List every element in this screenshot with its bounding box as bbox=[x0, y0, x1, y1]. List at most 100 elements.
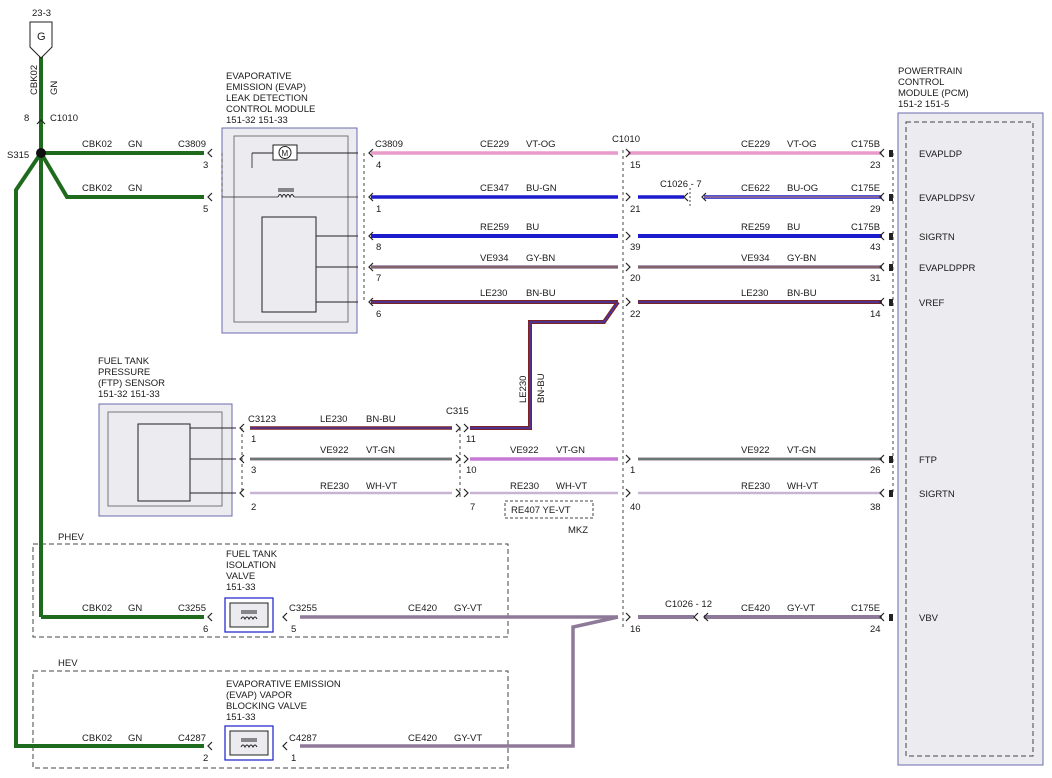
svg-text:EMISSION (EVAP): EMISSION (EVAP) bbox=[226, 82, 306, 93]
svg-text:BU-OG: BU-OG bbox=[787, 183, 818, 194]
svg-text:C315: C315 bbox=[446, 406, 469, 417]
svg-text:VREF: VREF bbox=[919, 298, 945, 309]
svg-text:38: 38 bbox=[870, 502, 881, 513]
svg-text:CE420: CE420 bbox=[408, 603, 437, 614]
svg-text:GN: GN bbox=[128, 733, 142, 744]
svg-text:CE347: CE347 bbox=[480, 183, 509, 194]
svg-text:BU-GN: BU-GN bbox=[526, 183, 557, 194]
svg-text:EVAPORATIVE: EVAPORATIVE bbox=[226, 71, 292, 82]
svg-text:CE420: CE420 bbox=[408, 733, 437, 744]
svg-text:VE934: VE934 bbox=[480, 253, 509, 264]
svg-text:C1026 - 12: C1026 - 12 bbox=[665, 599, 712, 610]
svg-text:7: 7 bbox=[376, 273, 381, 284]
svg-text:RE230: RE230 bbox=[510, 481, 539, 492]
ground-pin: 8 bbox=[24, 113, 29, 124]
svg-text:RE230: RE230 bbox=[741, 481, 770, 492]
svg-text:3: 3 bbox=[251, 465, 256, 476]
svg-text:C3809: C3809 bbox=[375, 139, 403, 150]
svg-text:43: 43 bbox=[870, 242, 881, 253]
svg-text:1: 1 bbox=[376, 204, 381, 215]
svg-text:GN: GN bbox=[128, 183, 142, 194]
svg-text:20: 20 bbox=[630, 273, 641, 284]
svg-text:BN-BU: BN-BU bbox=[366, 414, 396, 425]
svg-text:(FTP) SENSOR: (FTP) SENSOR bbox=[98, 378, 165, 389]
svg-text:CONTROL MODULE: CONTROL MODULE bbox=[226, 104, 315, 115]
svg-text:BU: BU bbox=[787, 222, 800, 233]
wire-ce420-hev bbox=[300, 615, 619, 748]
svg-text:2: 2 bbox=[203, 753, 208, 764]
evap-module[interactable]: M bbox=[221, 127, 358, 334]
svg-text:LE230: LE230 bbox=[320, 414, 347, 425]
svg-text:WH-VT: WH-VT bbox=[787, 481, 818, 492]
svg-text:15: 15 bbox=[630, 160, 641, 171]
svg-text:LE230: LE230 bbox=[480, 288, 507, 299]
evap-left-labels: CBK02 GN C3809 3 CBK02 GN 5 bbox=[82, 139, 208, 215]
svg-text:VE922: VE922 bbox=[320, 445, 349, 456]
ftp-row-labels: C3123 C315 1 LE230 BN-BU 11 3 VE922 VT-G… bbox=[248, 406, 881, 536]
main-row-labels: C3809 4 CE229 VT-OG 15 CE229 VT-OG C175B… bbox=[375, 139, 881, 320]
phev-region-label: PHEV bbox=[58, 532, 85, 543]
svg-text:8: 8 bbox=[376, 242, 381, 253]
fuel-tank-isolation-valve[interactable] bbox=[224, 597, 274, 633]
svg-text:FUEL TANK: FUEL TANK bbox=[98, 356, 150, 367]
svg-text:GN: GN bbox=[128, 603, 142, 614]
svg-text:WH-VT: WH-VT bbox=[366, 481, 397, 492]
svg-text:151-32 151-33: 151-32 151-33 bbox=[226, 115, 288, 126]
ground-connector: C1010 bbox=[50, 113, 78, 124]
svg-text:3: 3 bbox=[203, 160, 208, 171]
svg-text:LE230: LE230 bbox=[741, 288, 768, 299]
svg-text:WH-VT: WH-VT bbox=[556, 481, 587, 492]
svg-text:GN: GN bbox=[128, 139, 142, 150]
svg-text:EVAPORATIVE EMISSION: EVAPORATIVE EMISSION bbox=[226, 679, 341, 690]
ground-color: GN bbox=[49, 81, 60, 95]
svg-text:26: 26 bbox=[870, 465, 881, 476]
svg-text:39: 39 bbox=[630, 242, 641, 253]
svg-text:M: M bbox=[282, 149, 289, 158]
svg-text:FUEL TANK: FUEL TANK bbox=[226, 549, 278, 560]
svg-text:CBK02: CBK02 bbox=[82, 603, 112, 614]
svg-text:VT-OG: VT-OG bbox=[526, 139, 556, 150]
svg-text:VT-GN: VT-GN bbox=[556, 445, 585, 456]
svg-text:GY-VT: GY-VT bbox=[787, 603, 815, 614]
svg-text:5: 5 bbox=[291, 624, 296, 635]
svg-text:C3255: C3255 bbox=[178, 603, 206, 614]
ground-symbol[interactable]: G bbox=[29, 21, 53, 59]
riser-labels: LE230 BN-BU bbox=[518, 373, 547, 403]
svg-text:CE622: CE622 bbox=[741, 183, 770, 194]
splice-label: S315 bbox=[7, 150, 29, 161]
svg-text:C175B: C175B bbox=[851, 222, 880, 233]
svg-text:GY-BN: GY-BN bbox=[787, 253, 816, 264]
svg-text:BLOCKING VALVE: BLOCKING VALVE bbox=[226, 701, 307, 712]
svg-text:VE934: VE934 bbox=[741, 253, 770, 264]
wire-le230-riser bbox=[470, 300, 620, 430]
svg-text:C4287: C4287 bbox=[289, 733, 317, 744]
ftp-sensor[interactable] bbox=[98, 403, 236, 517]
svg-text:C175E: C175E bbox=[851, 603, 880, 614]
pcm[interactable] bbox=[897, 112, 1044, 766]
mkz-note-text: RE407 YE-VT bbox=[511, 505, 571, 516]
svg-text:21: 21 bbox=[630, 204, 641, 215]
mkz-variant: MKZ bbox=[568, 525, 588, 536]
pcm-box bbox=[897, 112, 1044, 766]
svg-text:VALVE: VALVE bbox=[226, 571, 255, 582]
ground-ref: 23-3 bbox=[32, 8, 51, 19]
pcm-pin-markers bbox=[889, 150, 893, 621]
evap-vapor-blocking-valve[interactable] bbox=[224, 725, 274, 761]
svg-text:14: 14 bbox=[870, 309, 881, 320]
svg-text:LE230: LE230 bbox=[518, 376, 529, 403]
svg-text:4: 4 bbox=[376, 160, 381, 171]
svg-text:LEAK DETECTION: LEAK DETECTION bbox=[226, 93, 308, 104]
svg-text:1: 1 bbox=[291, 753, 296, 764]
svg-text:(EVAP) VAPOR: (EVAP) VAPOR bbox=[226, 690, 292, 701]
svg-text:MODULE (PCM): MODULE (PCM) bbox=[898, 88, 969, 99]
svg-text:GY-VT: GY-VT bbox=[454, 733, 482, 744]
svg-text:VE922: VE922 bbox=[741, 445, 770, 456]
svg-text:C3123: C3123 bbox=[248, 414, 276, 425]
svg-text:C1026 - 7: C1026 - 7 bbox=[660, 179, 702, 190]
svg-text:31: 31 bbox=[870, 273, 881, 284]
svg-text:CBK02: CBK02 bbox=[82, 733, 112, 744]
svg-text:CBK02: CBK02 bbox=[82, 183, 112, 194]
svg-text:CE420: CE420 bbox=[741, 603, 770, 614]
svg-text:CE229: CE229 bbox=[741, 139, 770, 150]
svg-text:VT-GN: VT-GN bbox=[787, 445, 816, 456]
